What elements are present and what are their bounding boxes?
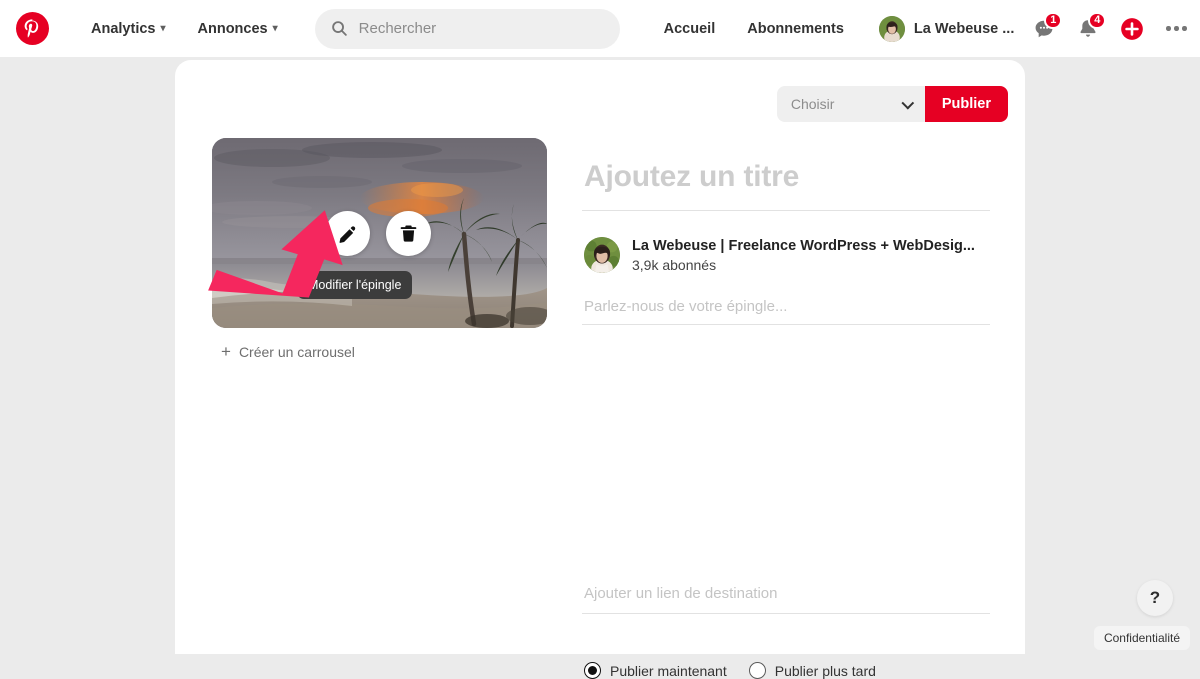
board-select-value: Choisir — [791, 96, 835, 112]
more-dots-glyph — [1166, 26, 1187, 31]
board-select[interactable]: Choisir — [777, 86, 925, 122]
pin-details-column: La Webeuse | Freelance WordPress + WebDe… — [582, 160, 990, 325]
author-avatar — [584, 237, 620, 273]
create-carousel-label: Créer un carrousel — [239, 344, 355, 360]
image-action-buttons — [325, 211, 431, 256]
nav-menu-analytics[interactable]: Analytics ▾ — [79, 13, 178, 45]
search-input[interactable] — [359, 20, 604, 37]
account-name: La Webeuse ... — [914, 21, 1014, 37]
pin-description-input[interactable] — [582, 299, 990, 325]
nav-link-accueil[interactable]: Accueil — [652, 13, 728, 45]
author-info: La Webeuse | Freelance WordPress + WebDe… — [632, 237, 975, 273]
pinterest-logo-icon[interactable] — [16, 12, 49, 45]
trash-icon — [398, 223, 419, 244]
help-button[interactable]: ? — [1137, 580, 1173, 616]
nav-menu-analytics-label: Analytics — [91, 21, 155, 37]
nav-menu-annonces-label: Annonces — [198, 21, 268, 37]
radio-publish-later[interactable]: Publier plus tard — [749, 662, 876, 679]
privacy-link[interactable]: Confidentialité — [1094, 626, 1190, 650]
more-options-icon[interactable] — [1156, 9, 1196, 49]
chevron-down-icon: ▾ — [273, 24, 278, 34]
author-name: La Webeuse | Freelance WordPress + WebDe… — [632, 238, 975, 254]
messages-badge: 1 — [1044, 12, 1062, 29]
avatar — [879, 16, 905, 42]
top-navigation-bar: Analytics ▾ Annonces ▾ Accueil Abonnemen… — [0, 0, 1200, 57]
publish-controls: Choisir Publier — [777, 86, 1008, 122]
pin-image-preview[interactable]: Modifier l'épingle — [212, 138, 547, 328]
notifications-badge: 4 — [1088, 12, 1106, 29]
create-pin-icon[interactable] — [1112, 9, 1152, 49]
radio-mark-selected — [584, 662, 601, 679]
author-followers: 3,9k abonnés — [632, 257, 975, 273]
plus-icon: + — [221, 343, 231, 360]
radio-publish-now-label: Publier maintenant — [610, 663, 727, 679]
account-menu[interactable]: La Webeuse ... — [874, 11, 1024, 47]
delete-pin-button[interactable] — [386, 211, 431, 256]
radio-publish-later-label: Publier plus tard — [775, 663, 876, 679]
create-carousel-link[interactable]: + Créer un carrousel — [221, 343, 355, 360]
messages-icon[interactable]: 1 — [1024, 9, 1064, 49]
pencil-icon — [337, 223, 358, 244]
radio-publish-now[interactable]: Publier maintenant — [584, 662, 727, 679]
publish-button[interactable]: Publier — [925, 86, 1008, 122]
pin-author-row[interactable]: La Webeuse | Freelance WordPress + WebDe… — [582, 237, 990, 273]
notifications-icon[interactable]: 4 — [1068, 9, 1108, 49]
pin-media-column: Modifier l'épingle + Créer un carrousel — [212, 138, 547, 362]
chevron-down-icon: ▾ — [160, 24, 165, 34]
search-bar[interactable] — [315, 9, 620, 49]
search-icon — [331, 20, 348, 37]
schedule-radio-group: Publier maintenant Publier plus tard — [584, 662, 876, 679]
pin-destination-link-input[interactable] — [582, 585, 990, 614]
pin-composer-card: Choisir Publier — [175, 60, 1025, 654]
radio-mark-unselected — [749, 662, 766, 679]
nav-link-abonnements[interactable]: Abonnements — [735, 13, 856, 45]
header-icon-group: 1 4 — [1024, 9, 1196, 49]
pin-title-input[interactable] — [582, 160, 990, 211]
nav-menu-annonces[interactable]: Annonces ▾ — [186, 13, 290, 45]
chevron-down-icon — [902, 96, 914, 108]
edit-pin-button[interactable] — [325, 211, 370, 256]
